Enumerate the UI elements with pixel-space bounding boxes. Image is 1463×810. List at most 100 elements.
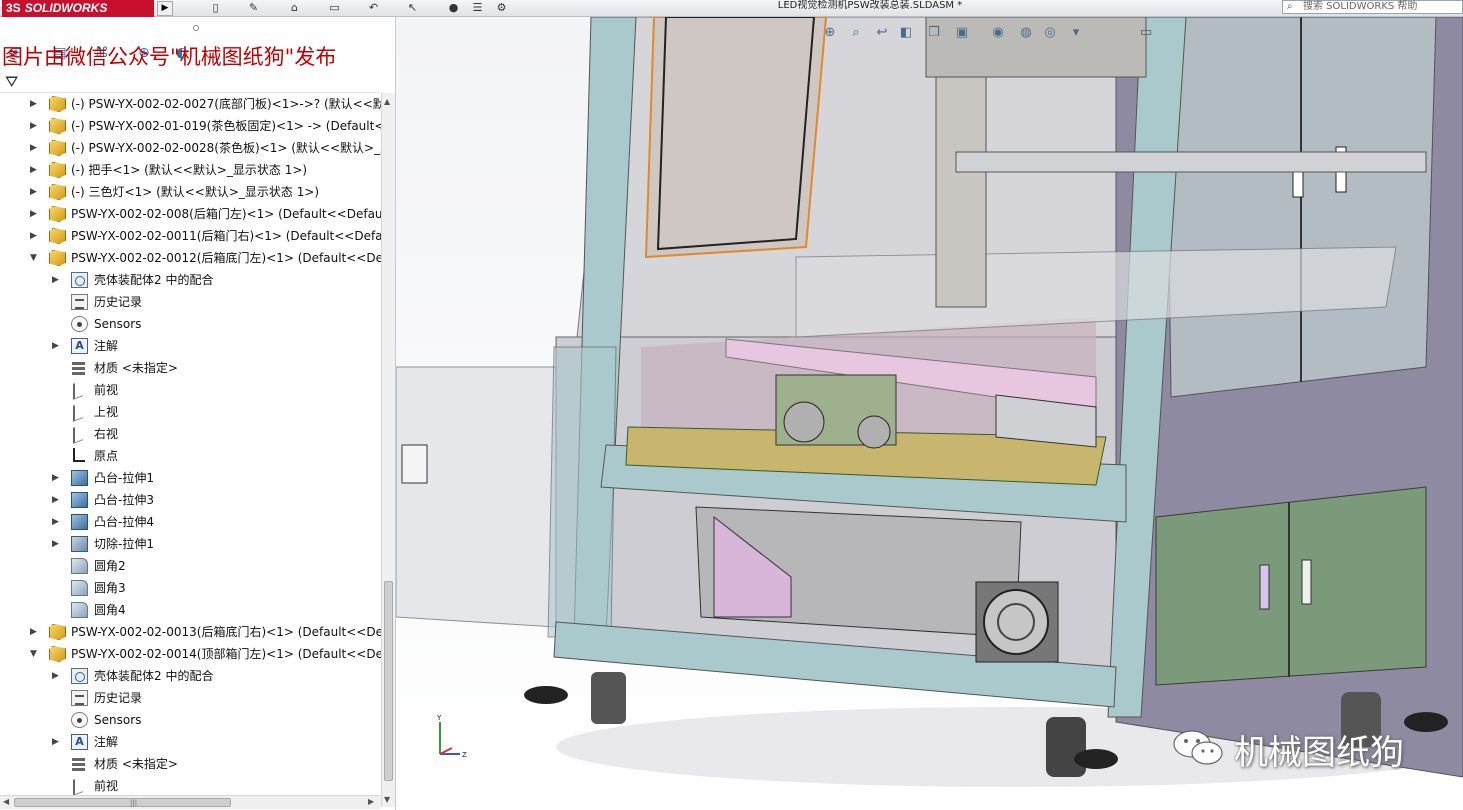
zoom-to-fit-icon[interactable]: ⊕ bbox=[821, 24, 839, 42]
tree-item[interactable]: ▶ 切除-拉伸1 bbox=[0, 533, 381, 555]
scroll-down-icon[interactable]: ▼ bbox=[384, 795, 390, 804]
document-title: LED视觉检测机PSW改装总装.SLDASM * bbox=[777, 0, 963, 11]
expand-arrow-icon[interactable]: ▶ bbox=[30, 98, 40, 110]
tree-item[interactable]: 上视 bbox=[0, 401, 381, 423]
tree-item[interactable]: 材质 <未指定> bbox=[0, 753, 381, 775]
expand-arrow-icon[interactable]: ▶ bbox=[30, 208, 40, 220]
solidworks-logo[interactable]: 3S SOLIDWORKS bbox=[2, 0, 154, 17]
tree-item[interactable]: ▶ (-) PSW-YX-002-02-0027(底部门板)<1>->? (默认<… bbox=[0, 93, 381, 115]
assembly-model[interactable] bbox=[396, 17, 1463, 810]
tree-item-label: 历史记录 bbox=[94, 691, 143, 705]
tree-item[interactable]: ▶ (-) PSW-YX-002-01-019(茶色板固定)<1> -> (Def… bbox=[0, 115, 381, 137]
undo-icon[interactable]: ↶ bbox=[366, 1, 381, 15]
expand-arrow-icon[interactable]: ▶ bbox=[52, 494, 62, 506]
expand-arrow-icon bbox=[52, 406, 62, 418]
triad-y-label: Y bbox=[436, 714, 442, 722]
tree-item[interactable]: ▶ (-) 三色灯<1> (默认<<默认>_显示状态 1>) bbox=[0, 181, 381, 203]
tree-item[interactable]: ▶ A 注解 bbox=[0, 731, 381, 753]
expand-arrow-icon[interactable]: ▶ bbox=[30, 164, 40, 176]
tree-item[interactable]: ▶ 壳体装配体2 中的配合 bbox=[0, 269, 381, 291]
tree-item[interactable]: ▶ A 注解 bbox=[0, 335, 381, 357]
plane-icon bbox=[73, 424, 83, 444]
expand-arrow-icon[interactable]: ▶ bbox=[30, 626, 40, 638]
expand-arrow-icon[interactable]: ▶ bbox=[30, 120, 40, 132]
open-icon[interactable]: ✎ bbox=[246, 1, 261, 15]
tree-item[interactable]: ▶ PSW-YX-002-02-008(后箱门左)<1> (Default<<De… bbox=[0, 203, 381, 225]
vertical-scrollbar[interactable]: ▲ ▼ bbox=[381, 93, 395, 807]
expand-arrow-icon[interactable]: ▶ bbox=[52, 472, 62, 484]
file-properties-icon[interactable]: ☰ bbox=[470, 1, 485, 15]
expand-arrow-icon[interactable]: ▶ bbox=[52, 340, 62, 352]
apply-scene-icon[interactable]: ◎ bbox=[1041, 24, 1059, 42]
tree-item[interactable]: ▶ 壳体装配体2 中的配合 bbox=[0, 665, 381, 687]
menu-arrow-icon[interactable]: ▶ bbox=[157, 1, 173, 16]
annot-icon: A bbox=[71, 338, 88, 354]
expand-arrow-icon[interactable]: ▶ bbox=[52, 670, 62, 682]
tree-item[interactable]: ▼ PSW-YX-002-02-0012(后箱底门左)<1> (Default<<… bbox=[0, 247, 381, 269]
viewport-restore-icon[interactable]: ▭ bbox=[1140, 25, 1152, 40]
tree-item[interactable]: 圆角3 bbox=[0, 577, 381, 599]
tree-item[interactable]: 原点 bbox=[0, 445, 381, 467]
tree-item[interactable]: 前视 bbox=[0, 775, 381, 797]
view-orientation-icon[interactable]: ❒ bbox=[925, 24, 943, 42]
tree-item[interactable]: ▼ PSW-YX-002-02-0014(顶部箱门左)<1> (Default<<… bbox=[0, 643, 381, 665]
options-gear-icon[interactable]: ⚙ bbox=[494, 1, 509, 15]
tree-item[interactable]: ▶ (-) 把手<1> (默认<<默认>_显示状态 1>) bbox=[0, 159, 381, 181]
tree-item[interactable]: 材质 <未指定> bbox=[0, 357, 381, 379]
zoom-area-icon[interactable]: ⌕ bbox=[847, 24, 865, 42]
tree-item[interactable]: 历史记录 bbox=[0, 291, 381, 313]
expand-arrow-icon[interactable]: ▶ bbox=[52, 274, 62, 286]
tree-item[interactable]: ▶ PSW-YX-002-02-0011(后箱门右)<1> (Default<<D… bbox=[0, 225, 381, 247]
origin-icon bbox=[71, 448, 85, 464]
tree-item-label: PSW-YX-002-02-008(后箱门左)<1> (Default<<Def… bbox=[71, 207, 381, 221]
horizontal-scroll-thumb[interactable]: ||| bbox=[14, 798, 231, 807]
tree-item[interactable]: Sensors bbox=[0, 709, 381, 731]
tree-item[interactable]: ▶ 凸台-拉伸1 bbox=[0, 467, 381, 489]
display-style-icon[interactable]: ▣ bbox=[953, 24, 971, 42]
tree-item[interactable]: Sensors bbox=[0, 313, 381, 335]
scroll-right-icon[interactable]: ▶ bbox=[368, 797, 374, 806]
tree-item[interactable]: ▶ (-) PSW-YX-002-02-0028(茶色板)<1> (默认<<默认>… bbox=[0, 137, 381, 159]
expand-arrow-icon[interactable]: ▶ bbox=[30, 186, 40, 198]
tree-item[interactable]: ▶ 凸台-拉伸4 bbox=[0, 511, 381, 533]
tree-item-label: Sensors bbox=[94, 317, 142, 331]
previous-view-icon[interactable]: ↩ bbox=[873, 24, 891, 42]
section-view-icon[interactable]: ◧ bbox=[897, 24, 915, 42]
new-document-icon[interactable]: ▯ bbox=[208, 1, 223, 15]
hide-show-icon[interactable]: ◉ bbox=[989, 24, 1007, 42]
panel-grip-icon[interactable] bbox=[193, 25, 199, 31]
expand-arrow-icon[interactable]: ▶ bbox=[52, 516, 62, 528]
tree-item[interactable]: 右视 bbox=[0, 423, 381, 445]
collapse-arrow-icon[interactable]: ▼ bbox=[30, 648, 40, 660]
tree-item[interactable]: 前视 bbox=[0, 379, 381, 401]
tree-item[interactable]: ▶ 凸台-拉伸3 bbox=[0, 489, 381, 511]
collapse-arrow-icon[interactable]: ▼ bbox=[30, 252, 40, 264]
tree-item[interactable]: 历史记录 bbox=[0, 687, 381, 709]
help-search-input[interactable]: ⌕ 搜索 SOLIDWORKS 帮助 bbox=[1282, 0, 1463, 14]
tree-item[interactable]: 圆角2 bbox=[0, 555, 381, 577]
expand-arrow-icon[interactable]: ▶ bbox=[52, 736, 62, 748]
graphics-viewport[interactable]: ⊕ ⌕ ↩ ◧ ❒ ▣ ◉ ◍ ◎ ▾ ▭ Y Z 机械图纸狗 bbox=[396, 17, 1463, 810]
lower-cabinet-doors bbox=[1155, 486, 1427, 686]
tree-item[interactable]: 圆角4 bbox=[0, 599, 381, 621]
rebuild-icon[interactable]: ● bbox=[446, 1, 461, 15]
view-settings-icon[interactable]: ▾ bbox=[1067, 24, 1085, 42]
expand-arrow-icon bbox=[52, 604, 62, 616]
vertical-scroll-thumb[interactable] bbox=[384, 581, 393, 781]
edit-appearance-icon[interactable]: ◍ bbox=[1017, 24, 1035, 42]
save-icon[interactable]: ⌂ bbox=[287, 1, 302, 15]
print-icon[interactable]: ▭ bbox=[327, 1, 342, 15]
select-arrow-icon[interactable]: ↖ bbox=[405, 1, 420, 15]
scroll-left-icon[interactable]: ◀ bbox=[3, 797, 9, 806]
tree-item[interactable]: ▶ PSW-YX-002-02-0013(后箱底门右)<1> (Default<<… bbox=[0, 621, 381, 643]
sensor-icon bbox=[71, 712, 88, 728]
fillet-icon bbox=[71, 558, 88, 574]
horizontal-scrollbar[interactable]: ◀ ||| ▶ bbox=[0, 795, 381, 809]
part-icon bbox=[49, 162, 66, 178]
scroll-up-icon[interactable]: ▲ bbox=[384, 97, 390, 106]
filter-icon[interactable]: ⛛ bbox=[5, 72, 18, 92]
expand-arrow-icon[interactable]: ▶ bbox=[52, 538, 62, 550]
expand-arrow-icon[interactable]: ▶ bbox=[30, 142, 40, 154]
expand-arrow-icon[interactable]: ▶ bbox=[30, 230, 40, 242]
tree-item-label: Sensors bbox=[94, 713, 142, 727]
